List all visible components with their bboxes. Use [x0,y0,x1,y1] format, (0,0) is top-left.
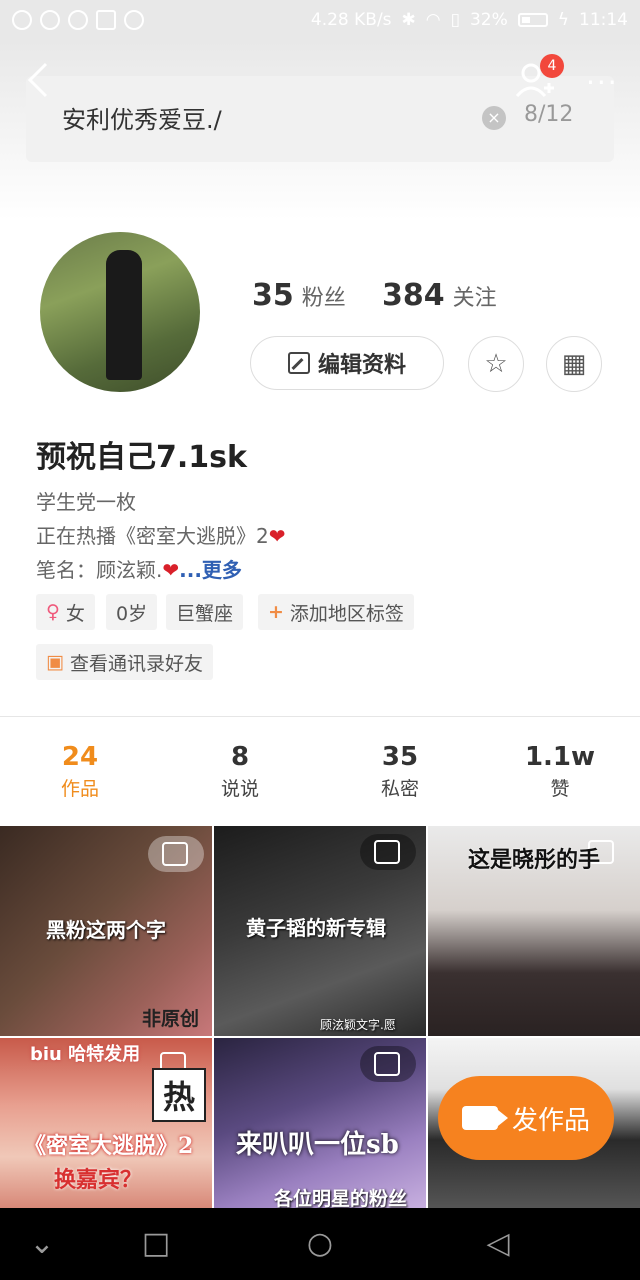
following-stat[interactable]: 384 关注 [382,278,497,313]
phone-icon [124,10,144,30]
star-icon: ☆ [484,349,508,379]
work-sub-caption: 换嘉宾？ [54,1168,143,1193]
clock: 11:14 [579,10,628,30]
tab-moments-label: 说说 [220,778,259,800]
edit-profile-label: 编辑资料 [317,353,406,378]
status-bar: 4.28 KB/s ✱ ◠ ▯ 32% ϟ 11:14 [0,0,640,40]
notification-badge: 4 [540,54,564,78]
work-tile[interactable]: 黄子韬的新专辑 顾泫颖文字.愿 [214,826,426,1036]
signature-input-value[interactable]: 安利优秀爱豆./ [62,100,222,135]
message-icon [12,10,32,30]
tab-likes-label: 赞 [550,778,570,800]
work-caption: 《密室大逃脱》2 [24,1133,194,1159]
qrcode-icon: ▦ [561,349,587,379]
search-app-icon [40,10,60,30]
system-nav-bar: ⌄ □ ○ ◁ [0,1208,640,1280]
nickname: 预祝自己7.1sk [36,440,247,475]
divider [0,716,640,717]
age-tag[interactable]: 0岁 [106,594,158,630]
followers-label: 粉丝 [301,286,346,311]
contacts-friends-tag[interactable]: ▣ 查看通讯录好友 [36,644,213,680]
work-tile[interactable]: 来叭叭一位sb 各位明星的粉丝 [214,1038,426,1208]
followers-stat[interactable]: 35 粉丝 [252,278,346,313]
battery-icon [517,13,548,27]
bio-line-3-text: 笔名：顾泫颖. [36,558,163,582]
gender-tag-label: 女 [65,602,85,625]
clear-icon[interactable]: × [482,106,506,130]
work-corner-label: 顾泫颖文字.愿 [320,1018,396,1032]
work-tile[interactable]: biu 哈特发用 热 《密室大逃脱》2 换嘉宾？ [0,1038,212,1208]
multi-image-icon [374,840,400,864]
recent-apps-icon[interactable]: □ [136,1226,176,1261]
zodiac-tag[interactable]: 巨蟹座 [166,594,244,630]
chevron-down-icon[interactable]: ⌄ [22,1226,62,1261]
more-options-icon[interactable]: ··· [586,66,619,99]
home-icon[interactable]: ○ [300,1226,340,1261]
tab-likes-count: 1.1w [524,742,596,772]
contacts-friends-label: 查看通讯录好友 [69,652,203,675]
bio-line-3: 笔名：顾泫颖.❤...更多 [36,554,242,583]
notification-icons [12,10,144,30]
tab-works-label: 作品 [60,778,99,800]
tab-works-count: 24 [61,742,99,772]
work-top-caption: biu 哈特发用 [30,1044,141,1065]
bluetooth-icon: ✱ [401,10,416,30]
following-label: 关注 [452,286,497,311]
edit-profile-button[interactable]: 编辑资料 [250,336,444,390]
multi-image-icon [162,842,188,866]
video-camera-icon [461,1106,508,1130]
tab-moments[interactable]: 8 说说 [180,742,300,801]
avatar[interactable] [40,232,200,392]
work-caption: 来叭叭一位sb [236,1130,399,1160]
wifi-icon: ◠ [425,10,441,30]
tab-private[interactable]: 35 私密 [340,742,460,801]
contacts-icon: ▣ [46,651,64,673]
favorites-button[interactable]: ☆ [468,336,524,392]
following-count: 384 [382,278,445,313]
tab-private-label: 私密 [380,778,419,800]
work-caption: 黄子韬的新专辑 [246,916,386,940]
network-speed: 4.28 KB/s [310,10,392,30]
heart-icon: ❤ [162,558,180,582]
zodiac-tag-label: 巨蟹座 [176,602,234,625]
tab-likes[interactable]: 1.1w 赞 [500,742,620,801]
weibo-icon [68,10,88,30]
add-region-tag[interactable]: + 添加地区标签 [258,594,414,630]
work-tile[interactable]: 黑粉这两个字 非原创 [0,826,212,1036]
tab-moments-count: 8 [230,742,250,772]
publish-work-button[interactable]: 发作品 [438,1076,614,1160]
back-icon[interactable] [24,60,54,100]
gender-tag[interactable]: ♀ 女 [36,594,95,630]
no-sim-icon: ▯ [450,10,460,30]
bio-line-1: 学生党一枚 [36,490,136,514]
plus-icon: + [268,601,284,623]
age-tag-label: 0岁 [116,602,148,625]
work-corner-label: 各位明星的粉丝 [274,1188,408,1208]
work-caption: 这是晓彤的手 [468,847,601,873]
back-nav-icon[interactable]: ◁ [478,1226,518,1261]
work-caption: 黑粉这两个字 [46,918,166,942]
battery-percent: 32% [469,10,508,30]
edit-icon [287,352,310,374]
add-region-label: 添加地区标签 [289,602,404,625]
char-counter: 8/12 [524,102,574,127]
charging-icon: ϟ [557,10,569,30]
followers-count: 35 [252,278,294,313]
tab-private-count: 35 [381,742,419,772]
more-link[interactable]: ...更多 [179,558,242,582]
publish-work-label: 发作品 [511,1105,590,1136]
gallery-icon [96,10,116,30]
gift-heart-icon: ❤ [268,524,286,548]
female-icon: ♀ [46,601,60,623]
work-corner-label: 非原创 [142,1008,200,1030]
qrcode-button[interactable]: ▦ [546,336,602,392]
bio-line-2: 正在热播《密室大逃脱》2❤ [36,520,286,549]
multi-image-icon [374,1052,400,1076]
hot-badge: 热 [152,1068,206,1122]
work-tile[interactable]: 这是晓彤的手 [428,826,640,1036]
tab-works[interactable]: 24 作品 [20,742,140,801]
bio-line-2-text: 正在热播《密室大逃脱》2 [36,524,269,548]
